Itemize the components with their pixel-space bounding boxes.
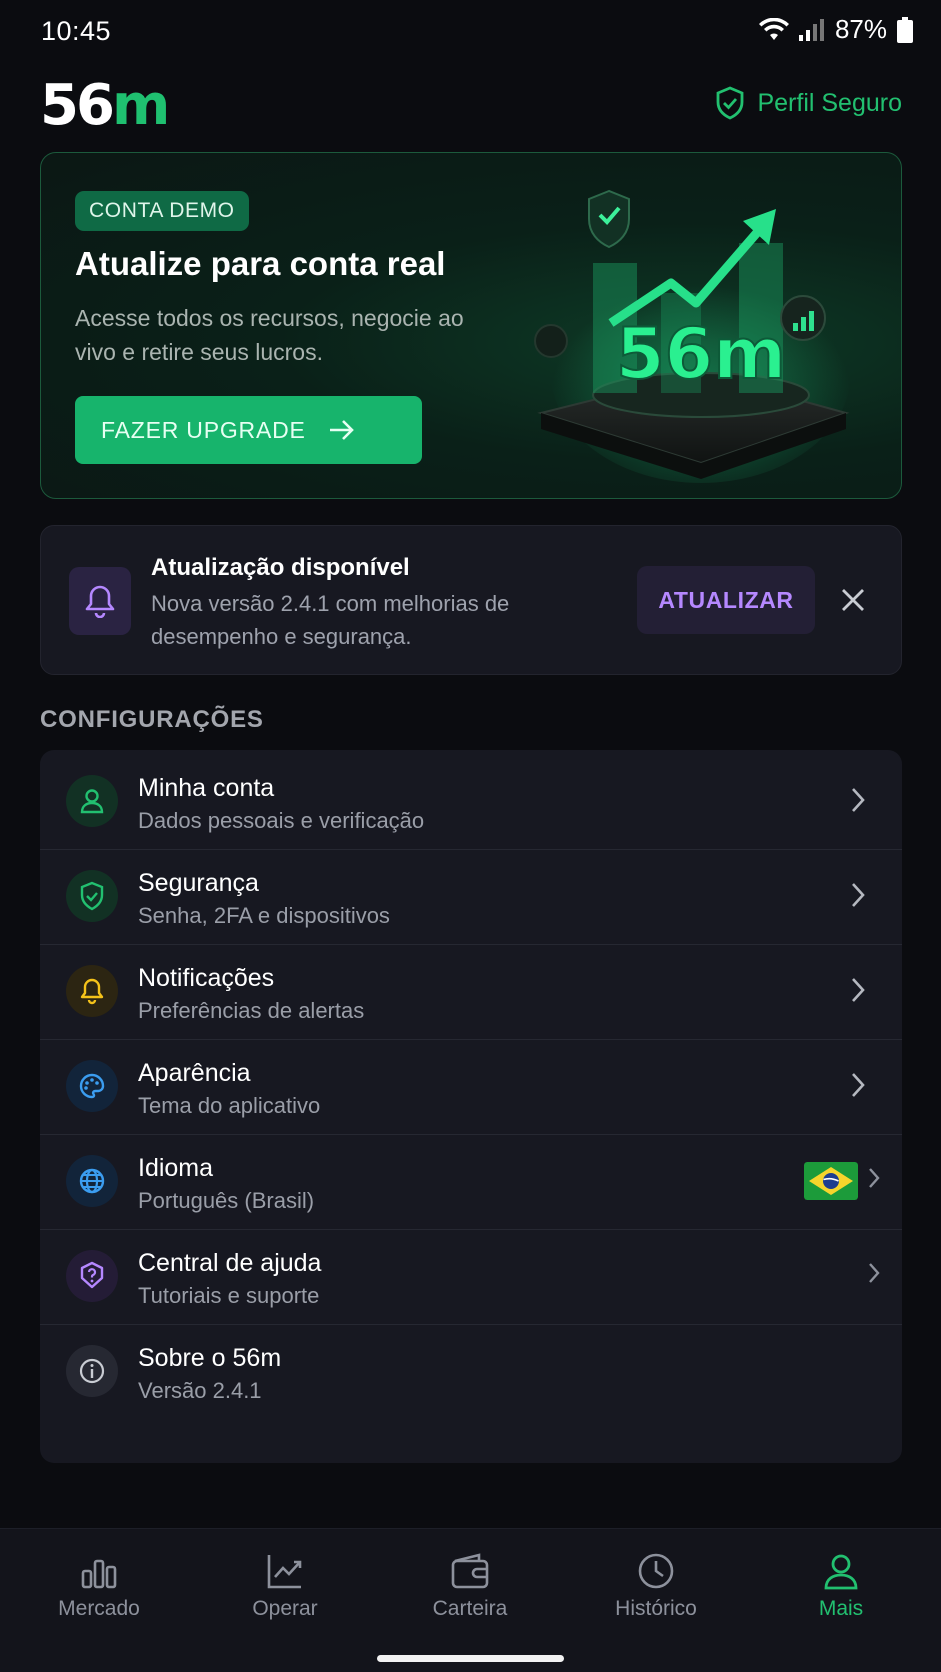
- wallet-icon: [451, 1553, 489, 1589]
- chevron-right-icon: [852, 978, 865, 1002]
- shield-check-icon: [717, 86, 744, 120]
- bar-chart-icon: [81, 1559, 117, 1589]
- trend-chart-icon: [267, 1555, 302, 1589]
- battery-icon: [897, 16, 913, 43]
- upgrade-button[interactable]: FAZER UPGRADE: [75, 396, 422, 464]
- chevron-right-icon: [869, 1168, 880, 1188]
- nav-item-history[interactable]: Histórico: [586, 1551, 726, 1621]
- settings-item-subtitle: Preferências de alertas: [138, 998, 365, 1023]
- globe-icon: [66, 1155, 118, 1207]
- status-time: 10:45: [41, 16, 112, 46]
- user-icon: [66, 775, 118, 827]
- settings-item-subtitle: Português (Brasil): [138, 1188, 315, 1213]
- status-icons: 87%: [758, 14, 913, 45]
- nav-label: Operar: [252, 1597, 318, 1620]
- update-description: Nova versão 2.4.1 com melhorias de desem…: [151, 591, 510, 649]
- clock-icon: [638, 1553, 674, 1589]
- settings-item-title: Segurança: [138, 869, 259, 897]
- promo-description: Acesse todos os recursos, negocie ao viv…: [75, 305, 464, 365]
- promo-art-logo: 56m: [616, 313, 786, 395]
- update-now-button[interactable]: ATUALIZAR: [637, 566, 815, 634]
- nav-label: Carteira: [432, 1597, 508, 1620]
- help-icon: [66, 1250, 118, 1302]
- home-indicator[interactable]: [377, 1655, 564, 1662]
- logo-text: 56: [40, 73, 115, 138]
- chevron-right-icon: [869, 1263, 880, 1283]
- demo-account-badge: CONTA DEMO: [75, 191, 249, 231]
- secure-profile-badge[interactable]: Perfil Seguro: [715, 86, 902, 120]
- chevron-right-icon: [852, 883, 865, 907]
- chevron-right-icon: [852, 1073, 865, 1097]
- signal-icon: [798, 18, 824, 41]
- nav-label: Mais: [818, 1597, 864, 1620]
- settings-item-title: Idioma: [138, 1154, 214, 1182]
- bell-icon: [66, 965, 118, 1017]
- upgrade-button-label: FAZER UPGRADE: [101, 416, 306, 443]
- nav-item-more[interactable]: Mais: [771, 1551, 911, 1621]
- logo-accent: m: [111, 73, 170, 138]
- settings-item-subtitle: Senha, 2FA e dispositivos: [138, 903, 390, 928]
- secure-profile-label: Perfil Seguro: [757, 88, 902, 117]
- bottom-navigation: Mercado Operar Carteira Histórico Mais: [0, 1528, 941, 1672]
- nav-item-wallet[interactable]: Carteira: [400, 1551, 540, 1621]
- settings-item-subtitle: Versão 2.4.1: [138, 1378, 262, 1403]
- promo-title: Atualize para conta real: [75, 245, 446, 282]
- settings-item-title: Central de ajuda: [138, 1249, 322, 1277]
- settings-item-help[interactable]: Central de ajuda Tutoriais e suporte: [40, 1225, 902, 1325]
- chevron-right-icon: [852, 788, 865, 812]
- settings-item-title: Sobre o 56m: [138, 1344, 282, 1372]
- settings-item-language[interactable]: Idioma Português (Brasil): [40, 1130, 902, 1230]
- settings-item-appearance[interactable]: Aparência Tema do aplicativo: [40, 1035, 902, 1135]
- update-bell-icon: [69, 567, 131, 635]
- battery-percent: 87%: [834, 14, 887, 44]
- user-icon: [824, 1554, 858, 1590]
- upgrade-promo-card: CONTA DEMO Atualize para conta real Aces…: [40, 152, 902, 499]
- update-banner: Atualização disponível Nova versão 2.4.1…: [40, 525, 902, 675]
- settings-item-title: Aparência: [138, 1059, 251, 1087]
- status-bar: 10:45 87%: [0, 0, 941, 64]
- palette-icon: [66, 1060, 118, 1112]
- close-icon[interactable]: [831, 578, 875, 622]
- app-header: 56m Perfil Seguro: [40, 78, 902, 134]
- settings-item-subtitle: Tema do aplicativo: [138, 1093, 321, 1118]
- nav-item-market[interactable]: Mercado: [29, 1551, 169, 1621]
- app-logo: 56m: [40, 78, 170, 134]
- settings-item-account[interactable]: Minha conta Dados pessoais e verificação: [40, 750, 902, 850]
- settings-item-subtitle: Tutoriais e suporte: [138, 1283, 320, 1308]
- settings-item-subtitle: Dados pessoais e verificação: [138, 808, 425, 833]
- settings-section-label: CONFIGURAÇÕES: [40, 706, 264, 733]
- update-title: Atualização disponível: [151, 554, 410, 581]
- shield-icon: [66, 870, 118, 922]
- brazil-flag-icon: [804, 1162, 858, 1200]
- settings-list: Minha conta Dados pessoais e verificação…: [40, 750, 902, 1463]
- settings-item-notifications[interactable]: Notificações Preferências de alertas: [40, 940, 902, 1040]
- settings-item-title: Minha conta: [138, 774, 275, 802]
- settings-item-title: Notificações: [138, 964, 275, 992]
- arrow-right-icon: [329, 420, 354, 440]
- settings-item-about[interactable]: Sobre o 56m Versão 2.4.1: [40, 1320, 902, 1463]
- info-icon: [66, 1345, 118, 1397]
- promo-illustration: 56m: [534, 189, 851, 483]
- wifi-icon: [758, 17, 789, 40]
- nav-item-trade[interactable]: Operar: [215, 1551, 355, 1621]
- nav-label: Histórico: [615, 1597, 697, 1620]
- settings-item-security[interactable]: Segurança Senha, 2FA e dispositivos: [40, 845, 902, 945]
- nav-label: Mercado: [58, 1597, 140, 1620]
